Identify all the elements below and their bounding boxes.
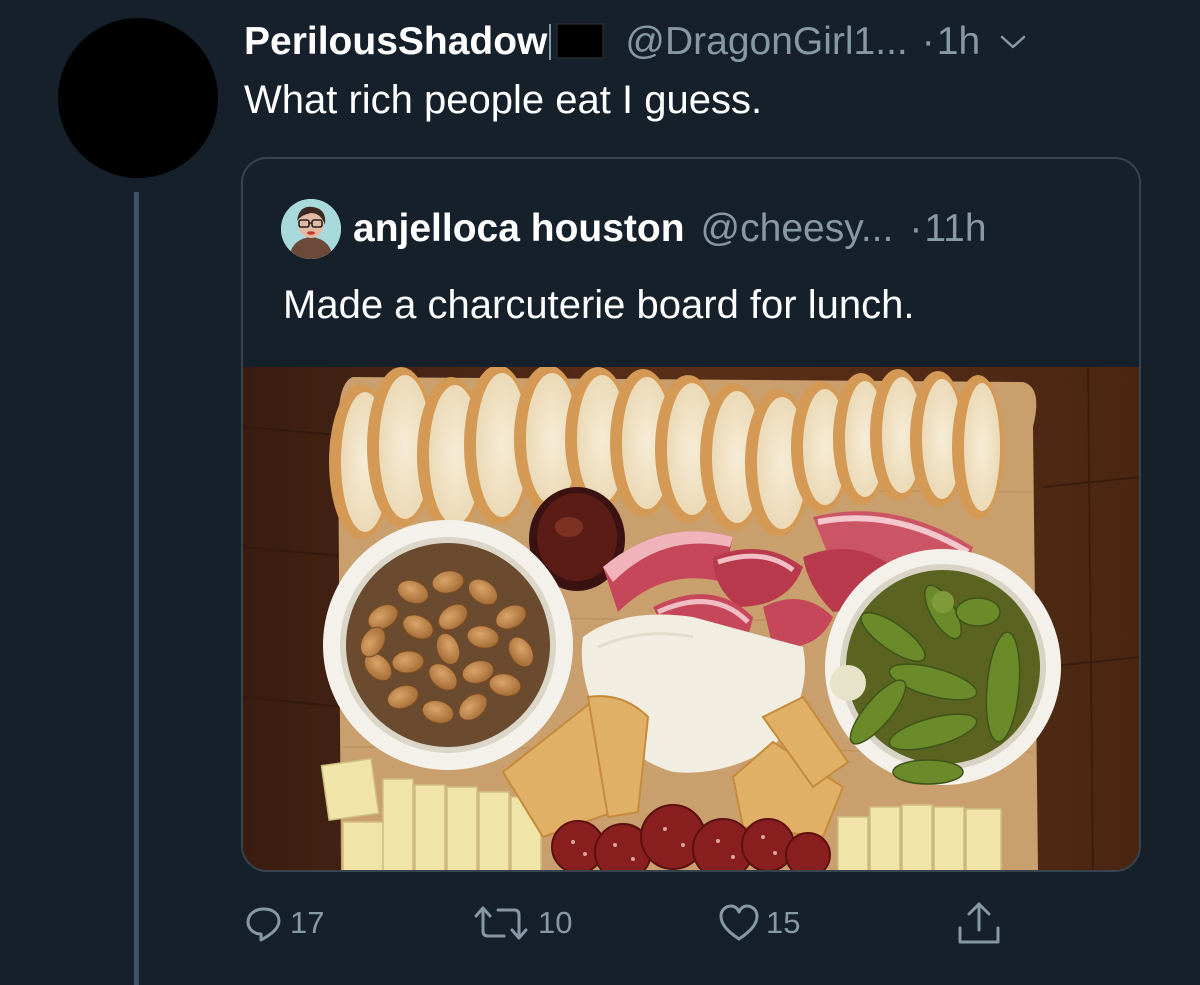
quoted-display-name[interactable]: anjelloca houston [353, 207, 685, 251]
quoted-tweet-header: anjelloca houston @cheesy... · 11h [353, 201, 987, 257]
black-flag-icon [556, 23, 604, 59]
tweet-text: What rich people eat I guess. [244, 78, 763, 122]
separator-dot: · [921, 20, 935, 63]
retweet-icon [474, 906, 528, 940]
tweet-time[interactable]: 1h [937, 20, 980, 64]
almond-bowl-graphic [323, 520, 573, 770]
quoted-tweet-card[interactable]: anjelloca houston @cheesy... · 11h Made … [241, 157, 1141, 872]
retweet-button[interactable]: 10 [470, 895, 572, 951]
quoted-tweet-time[interactable]: 11h [924, 207, 986, 251]
like-button[interactable]: 15 [718, 895, 800, 951]
pickle-bowl-graphic [825, 549, 1061, 785]
quoted-user-handle[interactable]: @cheesy... [701, 207, 894, 251]
display-name[interactable]: PerilousShadow [244, 20, 547, 64]
reply-button[interactable]: 17 [244, 895, 324, 951]
share-button[interactable] [954, 895, 1004, 951]
separator-dot: · [909, 207, 923, 250]
user-avatar[interactable] [58, 18, 218, 178]
user-handle[interactable]: @DragonGirl1... [625, 20, 907, 64]
avatar-portrait-icon [281, 199, 341, 259]
retweet-count: 10 [538, 905, 573, 940]
quoted-tweet-text: Made a charcuterie board for lunch. [283, 283, 915, 327]
tweet-actions: 17 10 15 [0, 895, 1200, 955]
chevron-down-icon[interactable] [1000, 34, 1026, 50]
heart-icon [719, 904, 759, 941]
charcuterie-board-photo[interactable] [243, 367, 1141, 872]
reply-count: 17 [290, 905, 325, 940]
like-count: 15 [766, 905, 801, 940]
share-icon [958, 902, 1000, 944]
name-divider [549, 24, 552, 60]
tweet-header: PerilousShadow @DragonGirl1... · 1h [244, 14, 1026, 70]
quoted-user-avatar[interactable] [281, 199, 341, 259]
thread-line [134, 192, 139, 985]
reply-icon [246, 907, 281, 942]
